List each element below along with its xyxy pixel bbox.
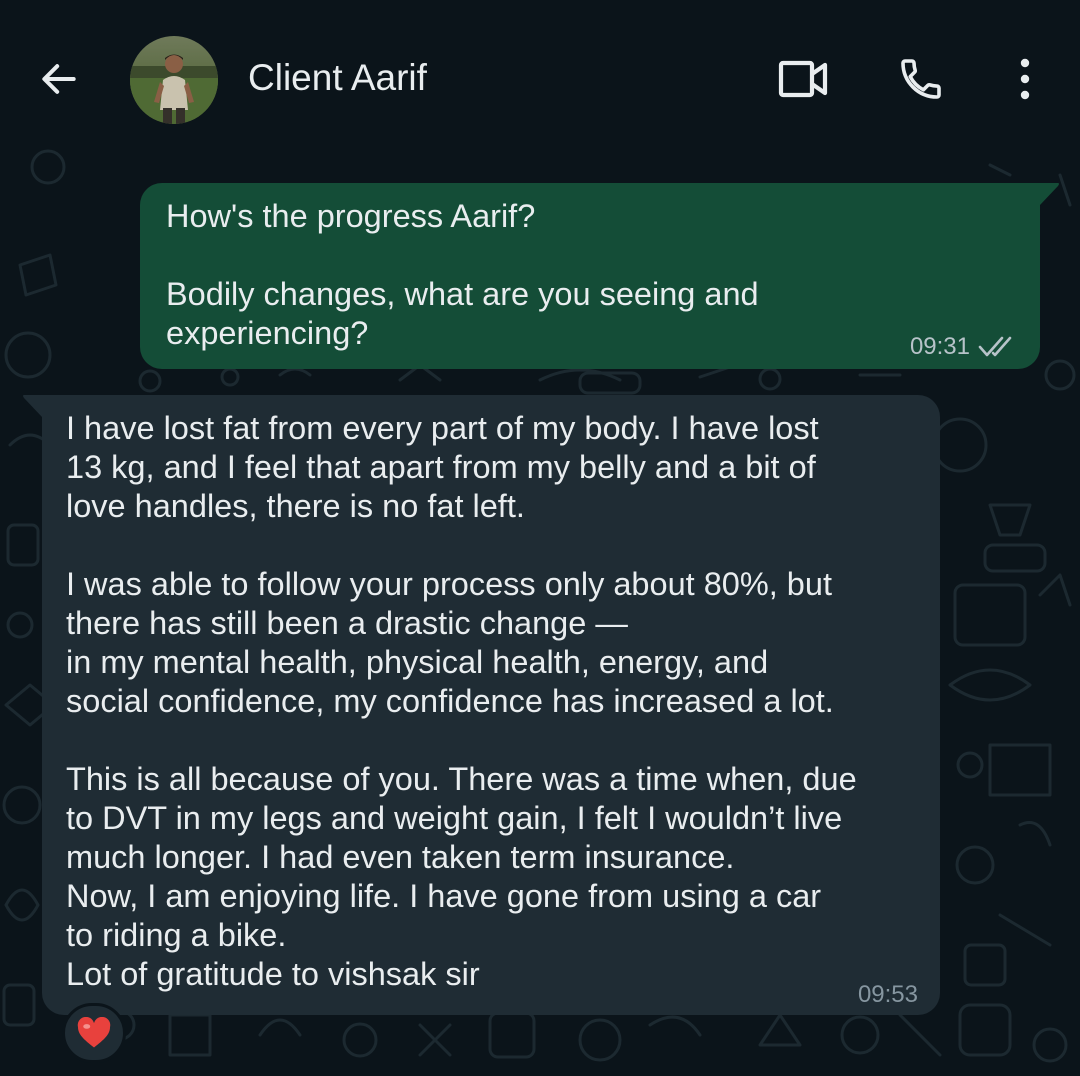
avatar[interactable]	[130, 36, 218, 124]
heart-icon	[77, 1017, 111, 1048]
message-list[interactable]: How's the progress Aarif? Bodily changes…	[0, 145, 1080, 1076]
double-check-icon	[978, 336, 1012, 357]
arrow-left-icon	[42, 64, 76, 94]
video-call-button[interactable]	[772, 48, 834, 110]
incoming-message-bubble[interactable]: I have lost fat from every part of my bo…	[42, 395, 940, 1015]
video-camera-icon	[778, 60, 828, 98]
outgoing-bubble-tail	[1030, 183, 1059, 205]
message-reaction[interactable]	[62, 1003, 126, 1063]
incoming-bubble-tail	[23, 395, 52, 417]
avatar-photo	[130, 36, 218, 124]
more-options-button[interactable]	[994, 48, 1056, 110]
message-time: 09:53	[857, 981, 918, 1008]
more-vertical-icon	[1020, 58, 1030, 100]
message-time: 09:31	[909, 333, 970, 360]
message-text: How's the progress Aarif? Bodily changes…	[166, 198, 759, 351]
chat-screen: Client Aarif How's the progress Aarif? B…	[0, 0, 1080, 1076]
outgoing-message-bubble[interactable]: How's the progress Aarif? Bodily changes…	[140, 183, 1040, 369]
phone-icon	[901, 59, 941, 99]
message-meta: 09:31	[910, 333, 1018, 361]
back-button[interactable]	[28, 48, 90, 110]
message-text: I have lost fat from every part of my bo…	[66, 410, 857, 992]
contact-name[interactable]: Client Aarif	[248, 56, 427, 100]
chat-header: Client Aarif	[0, 0, 1080, 145]
voice-call-button[interactable]	[890, 48, 952, 110]
message-meta: 09:53	[858, 981, 918, 1009]
